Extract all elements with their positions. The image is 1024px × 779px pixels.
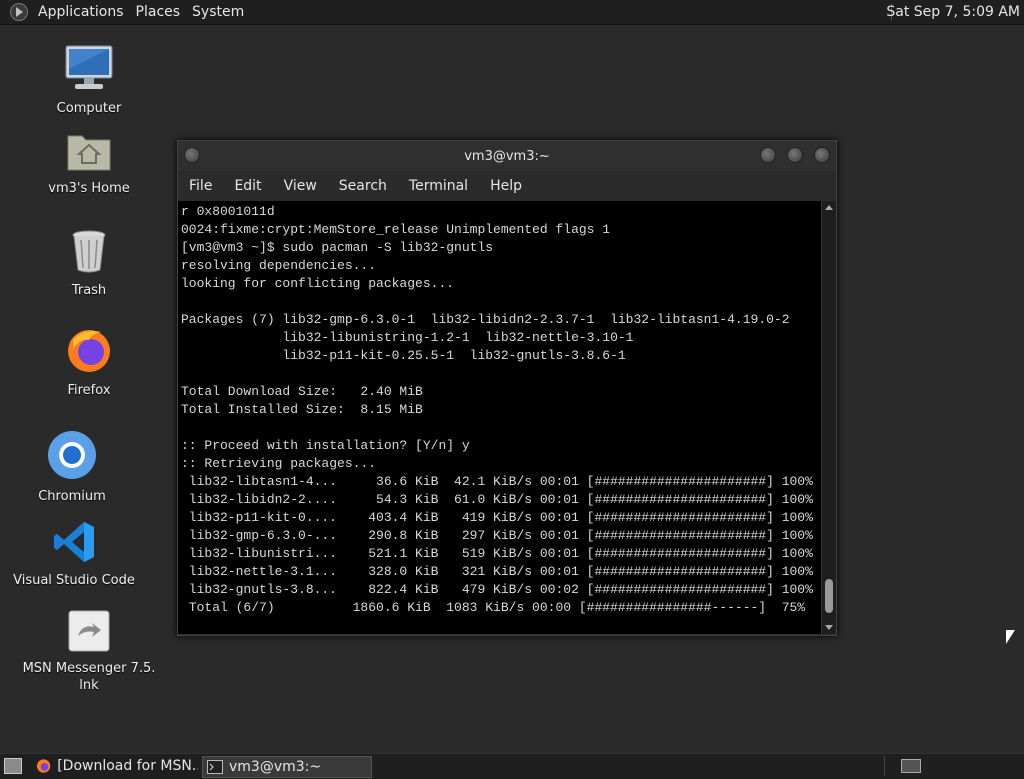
desktop-icon-label: Computer	[56, 101, 122, 116]
applications-menu[interactable]: Applications	[32, 4, 130, 20]
desktop-icon-vscode[interactable]: Visual Studio Code	[0, 520, 149, 589]
menu-edit[interactable]: Edit	[223, 178, 272, 194]
show-desktop-icon[interactable]	[4, 758, 22, 774]
scroll-up-arrow-icon[interactable]	[825, 205, 833, 210]
taskbar-item-terminal[interactable]: vm3@vm3:~	[202, 756, 372, 778]
menu-search[interactable]: Search	[328, 178, 398, 194]
terminal-line: Total Installed Size: 8.15 MiB	[181, 402, 423, 417]
desktop-icon-label: Firefox	[67, 383, 111, 398]
taskbar-item-label: vm3@vm3:~	[229, 759, 322, 775]
terminal-menubar: File Edit View Search Terminal Help	[178, 171, 836, 201]
terminal-line: Packages (7) lib32-gmp-6.3.0-1 lib32-lib…	[181, 312, 790, 327]
terminal-line: lib32-p11-kit-0.... 403.4 KiB 419 KiB/s …	[181, 510, 813, 525]
clock[interactable]: Sat Sep 7, 5:09 AM	[886, 4, 1020, 20]
terminal-line: lib32-gnutls-3.8... 822.4 KiB 479 KiB/s …	[181, 582, 813, 597]
terminal-line: lib32-libtasn1-4... 36.6 KiB 42.1 KiB/s …	[181, 474, 813, 489]
terminal-line: resolving dependencies...	[181, 258, 377, 273]
menu-view[interactable]: View	[273, 178, 328, 194]
menu-terminal[interactable]: Terminal	[398, 178, 479, 194]
maximize-button[interactable]	[787, 147, 803, 163]
menu-file[interactable]: File	[178, 178, 223, 194]
terminal-line: looking for conflicting packages...	[181, 276, 455, 291]
computer-icon	[65, 45, 113, 89]
terminal-line: 0024:fixme:crypt:MemStore_release Unimpl…	[181, 222, 611, 237]
minimize-button[interactable]	[760, 147, 776, 163]
places-menu[interactable]: Places	[130, 4, 187, 20]
msn-messenger-icon	[68, 610, 110, 652]
terminal-line: r 0x8001011d	[181, 204, 275, 219]
home-folder-icon	[67, 135, 111, 171]
close-button[interactable]	[814, 147, 830, 163]
panel-divider	[884, 756, 885, 776]
menu-help[interactable]: Help	[479, 178, 533, 194]
chromium-icon	[48, 431, 96, 479]
window-title: vm3@vm3:~	[464, 148, 550, 164]
terminal-line: Total Download Size: 2.40 MiB	[181, 384, 423, 399]
vscode-icon	[54, 522, 94, 562]
desktop-icon-label: Chromium	[38, 489, 106, 504]
desktop-icon-home[interactable]: vm3's Home	[14, 128, 164, 197]
terminal-line: lib32-libunistring-1.2-1 lib32-nettle-3.…	[181, 330, 634, 345]
bottom-panel: [Download for MSN... vm3@vm3:~	[0, 753, 1024, 779]
desktop-icon-msn-messenger[interactable]: MSN Messenger 7.5. lnk	[14, 610, 164, 694]
terminal-output[interactable]: r 0x8001011d 0024:fixme:crypt:MemStore_re…	[178, 201, 821, 634]
terminal-titlebar[interactable]: vm3@vm3:~	[178, 141, 836, 171]
taskbar-item-firefox[interactable]: [Download for MSN...	[36, 756, 198, 776]
taskbar-item-label: [Download for MSN...	[57, 758, 198, 774]
desktop-icon-label: MSN Messenger 7.5. lnk	[22, 661, 156, 693]
desktop-icon-label: Trash	[71, 283, 107, 298]
terminal-line: Total (6/7) 1860.6 KiB 1083 KiB/s 00:00 …	[181, 600, 806, 615]
firefox-icon	[68, 330, 110, 372]
desktop-icon-label: Visual Studio Code	[13, 573, 135, 588]
terminal-line: [vm3@vm3 ~]$ sudo pacman -S lib32-gnutls	[181, 240, 494, 255]
scroll-down-arrow-icon[interactable]	[825, 625, 833, 630]
mouse-pointer-icon	[1006, 630, 1015, 644]
terminal-line: :: Proceed with installation? [Y/n] y	[181, 438, 470, 453]
terminal-text: r 0x8001011d 0024:fixme:crypt:MemStore_re…	[178, 201, 821, 617]
terminal-scrollbar[interactable]	[821, 201, 836, 634]
terminal-line: lib32-p11-kit-0.25.5-1 lib32-gnutls-3.8.…	[181, 348, 626, 363]
applications-logo-icon[interactable]	[10, 3, 28, 21]
window-menu-icon[interactable]	[184, 147, 200, 163]
terminal-line: lib32-gmp-6.3.0-... 290.8 KiB 297 KiB/s …	[181, 528, 813, 543]
terminal-line: lib32-libunistri... 521.1 KiB 519 KiB/s …	[181, 546, 813, 561]
scrollbar-thumb[interactable]	[825, 579, 833, 613]
desktop-icon-chromium[interactable]: Chromium	[0, 430, 147, 505]
terminal-line: lib32-libidn2-2.... 54.3 KiB 61.0 KiB/s …	[181, 492, 813, 507]
terminal-line: :: Retrieving packages...	[181, 456, 377, 471]
system-menu[interactable]: System	[186, 4, 250, 20]
terminal-icon	[207, 760, 223, 774]
firefox-icon	[36, 759, 51, 773]
desktop-icon-trash[interactable]: Trash	[14, 228, 164, 299]
trash-icon	[72, 230, 106, 273]
desktop-icon-computer[interactable]: Computer	[14, 44, 164, 117]
desktop-icon-firefox[interactable]: Firefox	[14, 326, 164, 399]
workspace-switcher[interactable]	[901, 759, 921, 773]
terminal-line: lib32-nettle-3.1... 328.0 KiB 321 KiB/s …	[181, 564, 813, 579]
terminal-window[interactable]: vm3@vm3:~ File Edit View Search Terminal…	[177, 140, 837, 636]
top-panel: Applications Places System Sat Sep 7, 5:…	[0, 0, 1024, 25]
desktop-icon-label: vm3's Home	[48, 181, 130, 196]
